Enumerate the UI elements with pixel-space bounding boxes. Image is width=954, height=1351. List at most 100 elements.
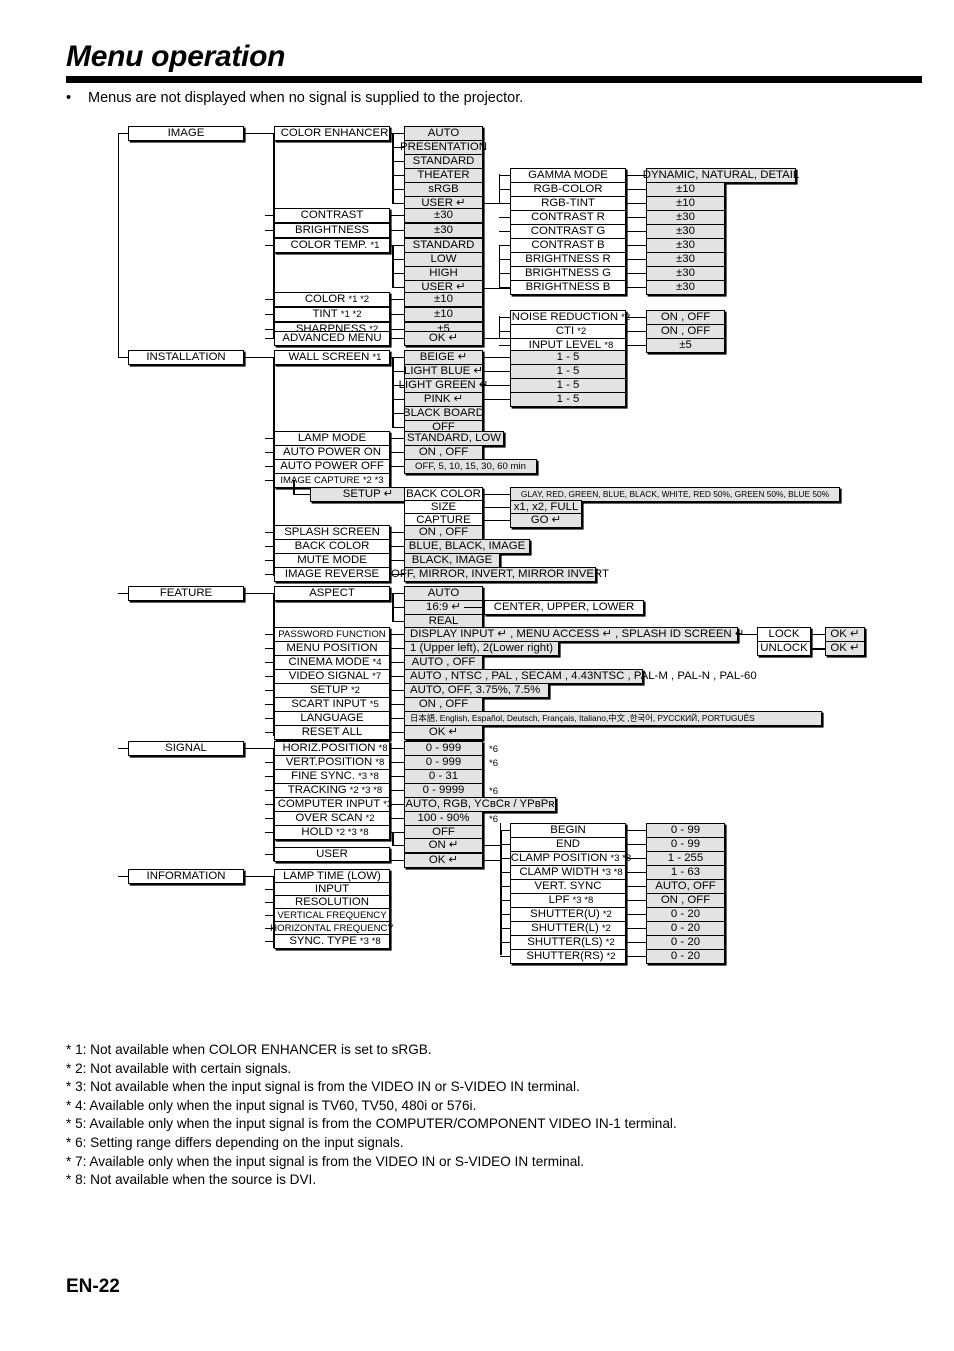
value-signal-1: 0 - 999 [404, 755, 483, 770]
menu-wall-screen-note: *1 [372, 351, 382, 363]
connector [265, 902, 275, 903]
value-advanced-menu: OK ↵ [404, 331, 483, 346]
menu-signal-0-note: *8 [378, 742, 388, 754]
connector [265, 804, 275, 805]
menu-color: COLOR *1 *2 [274, 292, 390, 307]
value-user-3: ±30 [646, 210, 725, 225]
menu-signal-0: HORIZ.POSITION *8 [274, 741, 390, 756]
connector [483, 399, 511, 400]
menu-signal-5-label: OVER SCAN [295, 811, 363, 824]
connector [626, 259, 647, 260]
value-signal-user-2: 1 - 255 [646, 851, 725, 866]
menu-user-1: RGB-COLOR [510, 182, 626, 197]
value-color-enhancer-0: AUTO [404, 126, 483, 141]
connector [626, 872, 647, 873]
footnote-marker: *6 [489, 786, 499, 797]
menu-video-signal-label: VIDEO SIGNAL [288, 669, 370, 682]
value-adv-2: ±5 [646, 338, 725, 353]
connector [499, 259, 511, 260]
menu-auto-power-off: AUTO POWER OFF [274, 459, 390, 474]
menu-scart-input: SCART INPUT *5 [274, 697, 390, 712]
menu-wall-screen: WALL SCREEN *1 [274, 350, 390, 365]
menu-signal-user-0: BEGIN [510, 823, 626, 838]
menu-adv-1-note: *2 [577, 325, 587, 337]
footnote-5: * 5: Available only when the input signa… [66, 1116, 677, 1132]
value-reset-all: OK ↵ [404, 725, 483, 740]
menu-adv-0-label: NOISE REDUCTION [511, 310, 619, 323]
connector [392, 385, 404, 386]
menu-signal-2: FINE SYNC. *3 *8 [274, 769, 390, 784]
connector [392, 175, 404, 176]
menu-signal-user-7: SHUTTER(L) *2 [510, 921, 626, 936]
menu-image: IMAGE [128, 126, 244, 141]
menu-signal-1: VERT.POSITION *8 [274, 755, 390, 770]
connector [483, 371, 511, 372]
connector [392, 203, 404, 204]
value-auto-power-on: ON , OFF [404, 445, 483, 460]
connector [626, 345, 647, 346]
value-color-temp-1: LOW [404, 252, 483, 267]
footnote-2: * 2: Not available with certain signals. [66, 1060, 292, 1076]
value-back-color: BLUE, BLACK, IMAGE [404, 539, 530, 554]
menu-signal-user-9-label: SHUTTER(RS) [526, 949, 604, 962]
connector [265, 776, 275, 777]
menu-video-signal-note: *7 [372, 670, 382, 682]
menu-signal-user-3: CLAMP WIDTH *3 *8 [510, 865, 626, 880]
value-password-function: DISPLAY INPUT ↵ , MENU ACCESS ↵ , SPLASH… [404, 627, 744, 642]
menu-signal-6-label: HOLD [301, 825, 334, 838]
menu-feature-setup: SETUP *2 [274, 683, 390, 698]
menu-user-0: GAMMA MODE [510, 168, 626, 183]
menu-signal-3-note: *2 *3 *8 [349, 784, 383, 796]
menu-information-5: SYNC. TYPE *3 *8 [274, 934, 390, 949]
value-wall-screen-1: LIGHT BLUE ↵ [404, 364, 483, 379]
menu-signal-2-label: FINE SYNC. [291, 769, 356, 782]
value-signal-5: 100 - 90% [404, 811, 483, 826]
menu-signal-user: USER [274, 847, 390, 862]
menu-signal-user-4: VERT. SYNC [510, 879, 626, 894]
connector [265, 832, 275, 833]
connector [626, 245, 647, 246]
value-color-temp-0: STANDARD [404, 238, 483, 253]
menu-feature-setup-label: SETUP [309, 683, 348, 696]
value-language: 日本語, English, Español, Deutsch, Français… [404, 711, 822, 726]
menu-reset-all: RESET ALL [274, 725, 390, 740]
value-signal-3: 0 - 9999 [404, 783, 483, 798]
menu-information-5-note: *3 *8 [359, 935, 381, 947]
value-signal-user-7: 0 - 20 [646, 921, 725, 936]
menu-image-capture: IMAGE CAPTURE *2 *3 [274, 473, 390, 488]
connector [626, 273, 647, 274]
value-aspect-169: CENTER, UPPER, LOWER [484, 600, 644, 615]
connector [265, 762, 275, 763]
connector [499, 331, 511, 332]
menu-user-8: BRIGHTNESS B [510, 280, 626, 295]
value-mute-mode: BLACK, IMAGE [404, 553, 500, 568]
menu-signal-user-8-label: SHUTTER(LS) [527, 935, 603, 948]
connector [500, 956, 511, 957]
connector [392, 399, 404, 400]
menu-signal-user-2-label: CLAMP POSITION [510, 851, 608, 864]
connector [499, 189, 511, 190]
footnote-6: * 6: Setting range differs depending on … [66, 1134, 404, 1150]
connector [265, 876, 275, 877]
connector [626, 331, 647, 332]
value-scart-input: ON , OFF [404, 697, 483, 712]
menu-signal-6-note: *2 *3 *8 [336, 826, 369, 838]
connector [265, 818, 275, 819]
menu-information: INFORMATION [128, 869, 244, 884]
menu-wall-screen-label: WALL SCREEN [288, 350, 370, 363]
value-tint: ±10 [404, 307, 483, 322]
menu-signal-user-6: SHUTTER(U) *2 [510, 907, 626, 922]
menu-signal-4-label: COMPUTER INPUT [277, 797, 381, 810]
menu-language: LANGUAGE [274, 711, 390, 726]
connector [390, 818, 404, 819]
connector [499, 317, 511, 318]
value-color-enhancer-4: sRGB [404, 182, 483, 197]
menu-user-4: CONTRAST G [510, 224, 626, 239]
menu-image-capture-note: *2 *3 [362, 474, 384, 486]
menu-contrast: CONTRAST [274, 208, 390, 223]
value-menu-position: 1 (Upper left), 2(Lower right) [404, 641, 559, 656]
connector [626, 175, 647, 176]
connector [265, 748, 275, 749]
menu-signal-user-9: SHUTTER(RS) *2 [510, 949, 626, 964]
connector [626, 858, 647, 859]
